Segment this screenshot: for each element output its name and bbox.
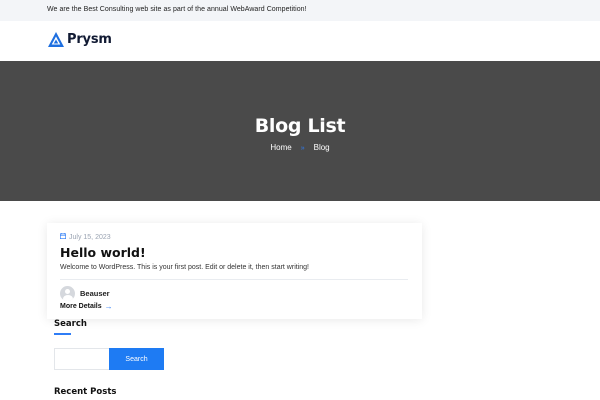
arrow-right-icon: → [104, 302, 113, 311]
search-button[interactable]: Search [109, 348, 164, 370]
breadcrumb: Home » Blog [0, 143, 600, 152]
post-date: July 15, 2023 [59, 233, 111, 241]
site-header: Prysm [0, 21, 600, 61]
blog-post-card: July 15, 2023 Hello world! Welcome to Wo… [47, 223, 422, 319]
post-excerpt: Welcome to WordPress. This is your first… [60, 264, 309, 271]
recent-posts-title: Recent Posts [54, 387, 117, 397]
avatar [60, 286, 75, 301]
page-title: Blog List [254, 115, 346, 137]
breadcrumb-home-link[interactable]: Home [270, 143, 291, 152]
announcement-text: We are the Best Consulting web site as p… [47, 6, 307, 13]
post-author: Beauser [60, 286, 110, 301]
more-details-link[interactable]: More Details → [60, 302, 113, 311]
search-input[interactable] [54, 348, 110, 370]
breadcrumb-current: Blog [313, 143, 330, 152]
calendar-icon [59, 233, 69, 241]
card-divider [60, 279, 408, 280]
search-title-underline [54, 333, 71, 335]
logo-text: Prysm [67, 32, 112, 47]
top-announcement-bar: We are the Best Consulting web site as p… [0, 0, 600, 21]
author-name[interactable]: Beauser [80, 289, 110, 298]
post-date-text[interactable]: July 15, 2023 [69, 234, 111, 241]
prysm-logo-icon [48, 32, 64, 47]
site-logo[interactable]: Prysm [48, 32, 112, 47]
post-title[interactable]: Hello world! [60, 245, 146, 260]
more-details-label: More Details [60, 303, 102, 310]
page-hero-banner: Blog List Home » Blog [0, 61, 600, 201]
search-widget-title: Search [54, 319, 87, 329]
breadcrumb-separator: » [300, 145, 305, 152]
